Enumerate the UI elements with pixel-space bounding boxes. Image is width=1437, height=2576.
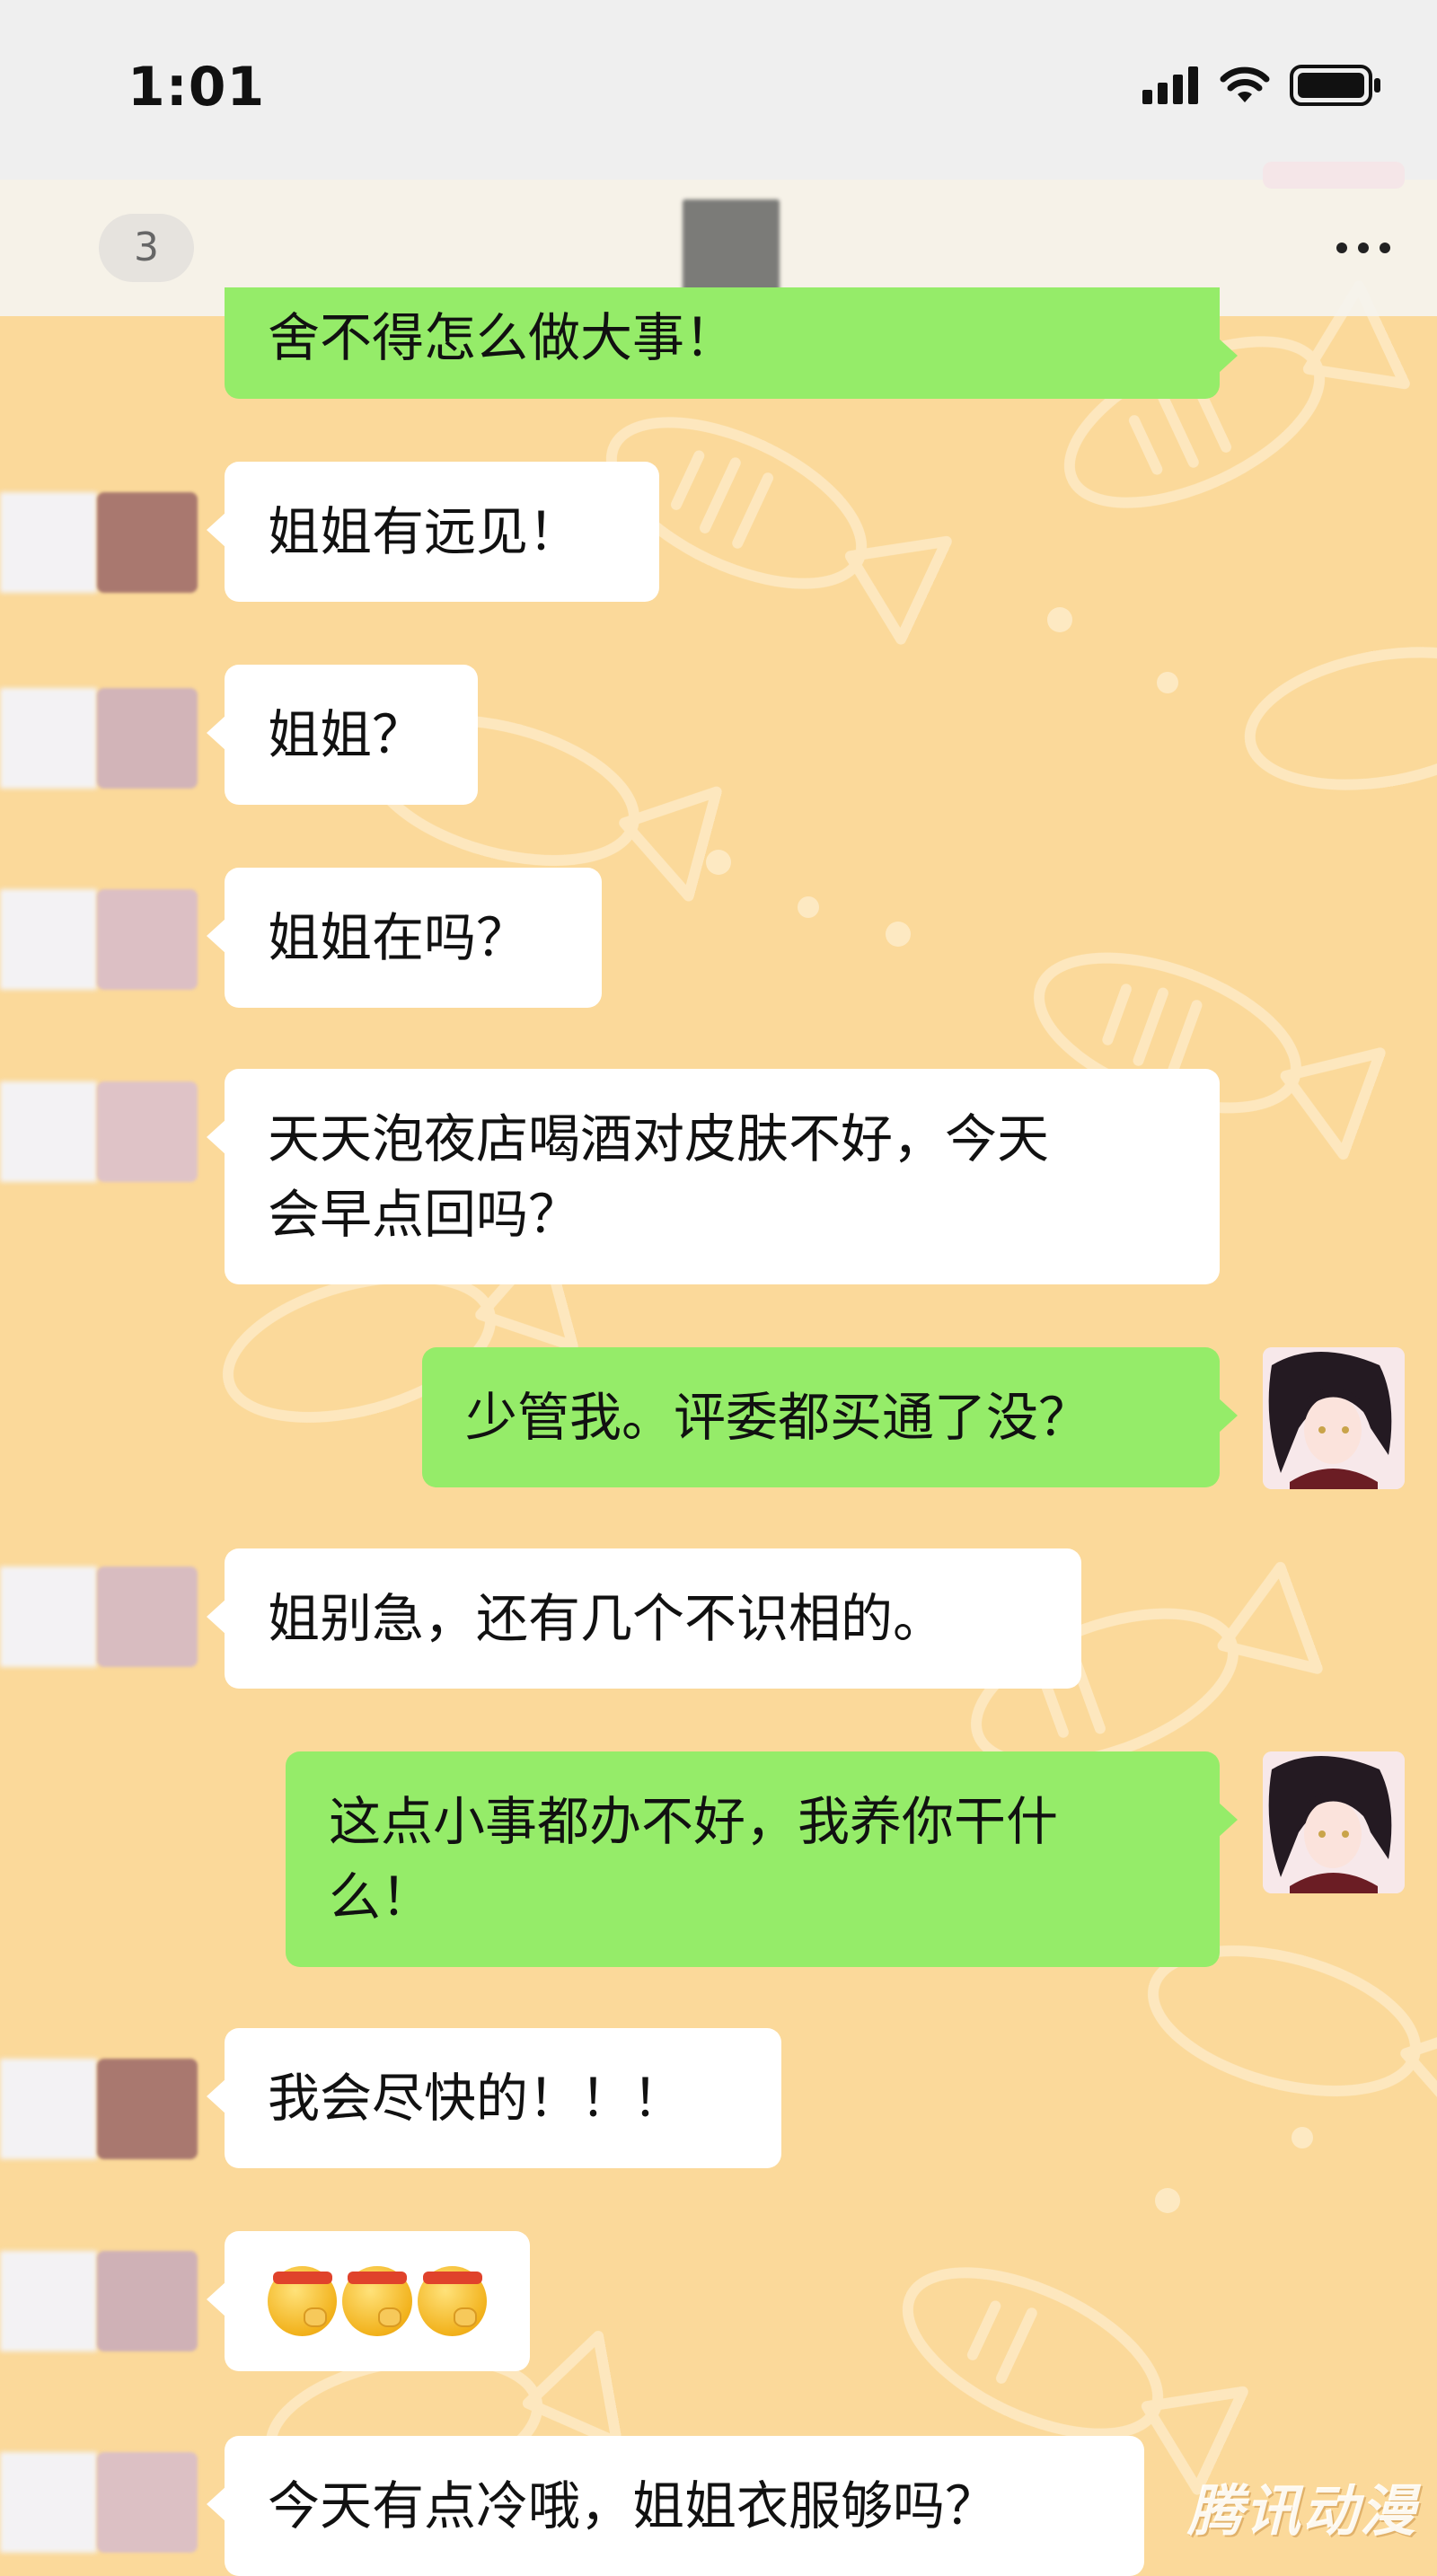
message-bubble-incoming[interactable]: 姐姐在吗？ — [207, 868, 602, 1008]
back-button-unread-count[interactable]: 3 — [99, 214, 194, 282]
sender-avatar-blur — [0, 2452, 97, 2553]
sender-avatar[interactable] — [97, 2452, 198, 2553]
message-bubble-outgoing[interactable]: 舍不得怎么做大事！ — [225, 287, 1238, 399]
sender-avatar-blur — [0, 1081, 97, 1182]
message-bubble-outgoing[interactable]: 这点小事都办不好，我养你干什 么！ — [286, 1751, 1238, 1967]
message-text: 姐姐有远见！ — [268, 501, 581, 562]
sender-avatar-blur — [0, 492, 97, 593]
anime-character-avatar-image — [1263, 1751, 1405, 1893]
sender-avatar[interactable] — [97, 2059, 198, 2159]
sender-avatar[interactable] — [97, 492, 198, 593]
message-bubble-outgoing[interactable]: 少管我。评委都买通了没？ — [422, 1347, 1238, 1487]
chat-title-avatar-blurred — [683, 199, 780, 300]
tencent-comic-watermark: 腾讯动漫 — [1186, 2478, 1417, 2544]
status-time: 1:01 — [128, 56, 266, 119]
message-text-line-2: 么！ — [329, 1866, 434, 1928]
message-text: 少管我。评委都买通了没？ — [465, 1387, 1091, 1448]
message-bubble-incoming[interactable]: 姐姐？ — [207, 665, 478, 805]
cellular-signal-icon — [1142, 66, 1198, 104]
sender-avatar-blur — [0, 2059, 97, 2159]
sender-avatar[interactable] — [97, 889, 198, 990]
message-text-line-1: 这点小事都办不好，我养你干什 — [329, 1791, 1059, 1852]
battery-icon — [1290, 65, 1380, 106]
sender-avatar-blur — [0, 688, 97, 789]
anime-character-avatar-image — [1263, 1347, 1405, 1489]
more-options-button[interactable] — [1336, 243, 1390, 253]
message-text: 舍不得怎么做大事！ — [268, 307, 737, 368]
message-text-line-2: 会早点回吗？ — [268, 1184, 581, 1245]
message-bubble-incoming[interactable]: 姐姐有远见！ — [207, 462, 659, 602]
status-icons — [1142, 65, 1383, 106]
shushing-face-emoji-icon — [342, 2266, 412, 2336]
message-text: 姐姐在吗？ — [268, 907, 529, 968]
message-text: 今天有点冷哦，姐姐衣服够吗？ — [268, 2475, 998, 2536]
status-bar: 1:01 — [0, 0, 1437, 180]
message-text: 我会尽快的！！！ — [268, 2068, 685, 2129]
message-bubble-incoming[interactable]: 今天有点冷哦，姐姐衣服够吗？ — [207, 2436, 1144, 2576]
sender-avatar[interactable] — [97, 2251, 198, 2351]
sender-avatar-blur — [0, 889, 97, 990]
shushing-face-emoji-icon — [268, 2266, 338, 2336]
message-text: 姐别急，还有几个不识相的。 — [268, 1588, 946, 1649]
outgoing-avatar[interactable] — [1263, 1751, 1405, 1893]
outgoing-avatar[interactable] — [1263, 1347, 1405, 1489]
message-bubble-incoming[interactable]: 我会尽快的！！！ — [207, 2028, 781, 2168]
sender-avatar-blur — [0, 2251, 97, 2351]
outgoing-avatar[interactable] — [1263, 162, 1405, 189]
message-text-line-1: 天天泡夜店喝酒对皮肤不好，今天 — [268, 1108, 1050, 1169]
message-text: 姐姐？ — [268, 704, 425, 765]
wifi-icon — [1220, 66, 1270, 102]
sender-avatar-blur — [0, 1566, 97, 1667]
shushing-face-emoji-icon — [417, 2266, 487, 2336]
message-bubble-incoming[interactable]: 姐别急，还有几个不识相的。 — [207, 1548, 1081, 1689]
message-bubble-incoming[interactable]: 天天泡夜店喝酒对皮肤不好，今天 会早点回吗？ — [207, 1069, 1220, 1284]
sender-avatar[interactable] — [97, 688, 198, 789]
sender-avatar[interactable] — [97, 1081, 198, 1182]
sender-avatar[interactable] — [97, 1566, 198, 1667]
message-bubble-incoming[interactable] — [207, 2231, 530, 2371]
emoji-row — [268, 2263, 487, 2339]
